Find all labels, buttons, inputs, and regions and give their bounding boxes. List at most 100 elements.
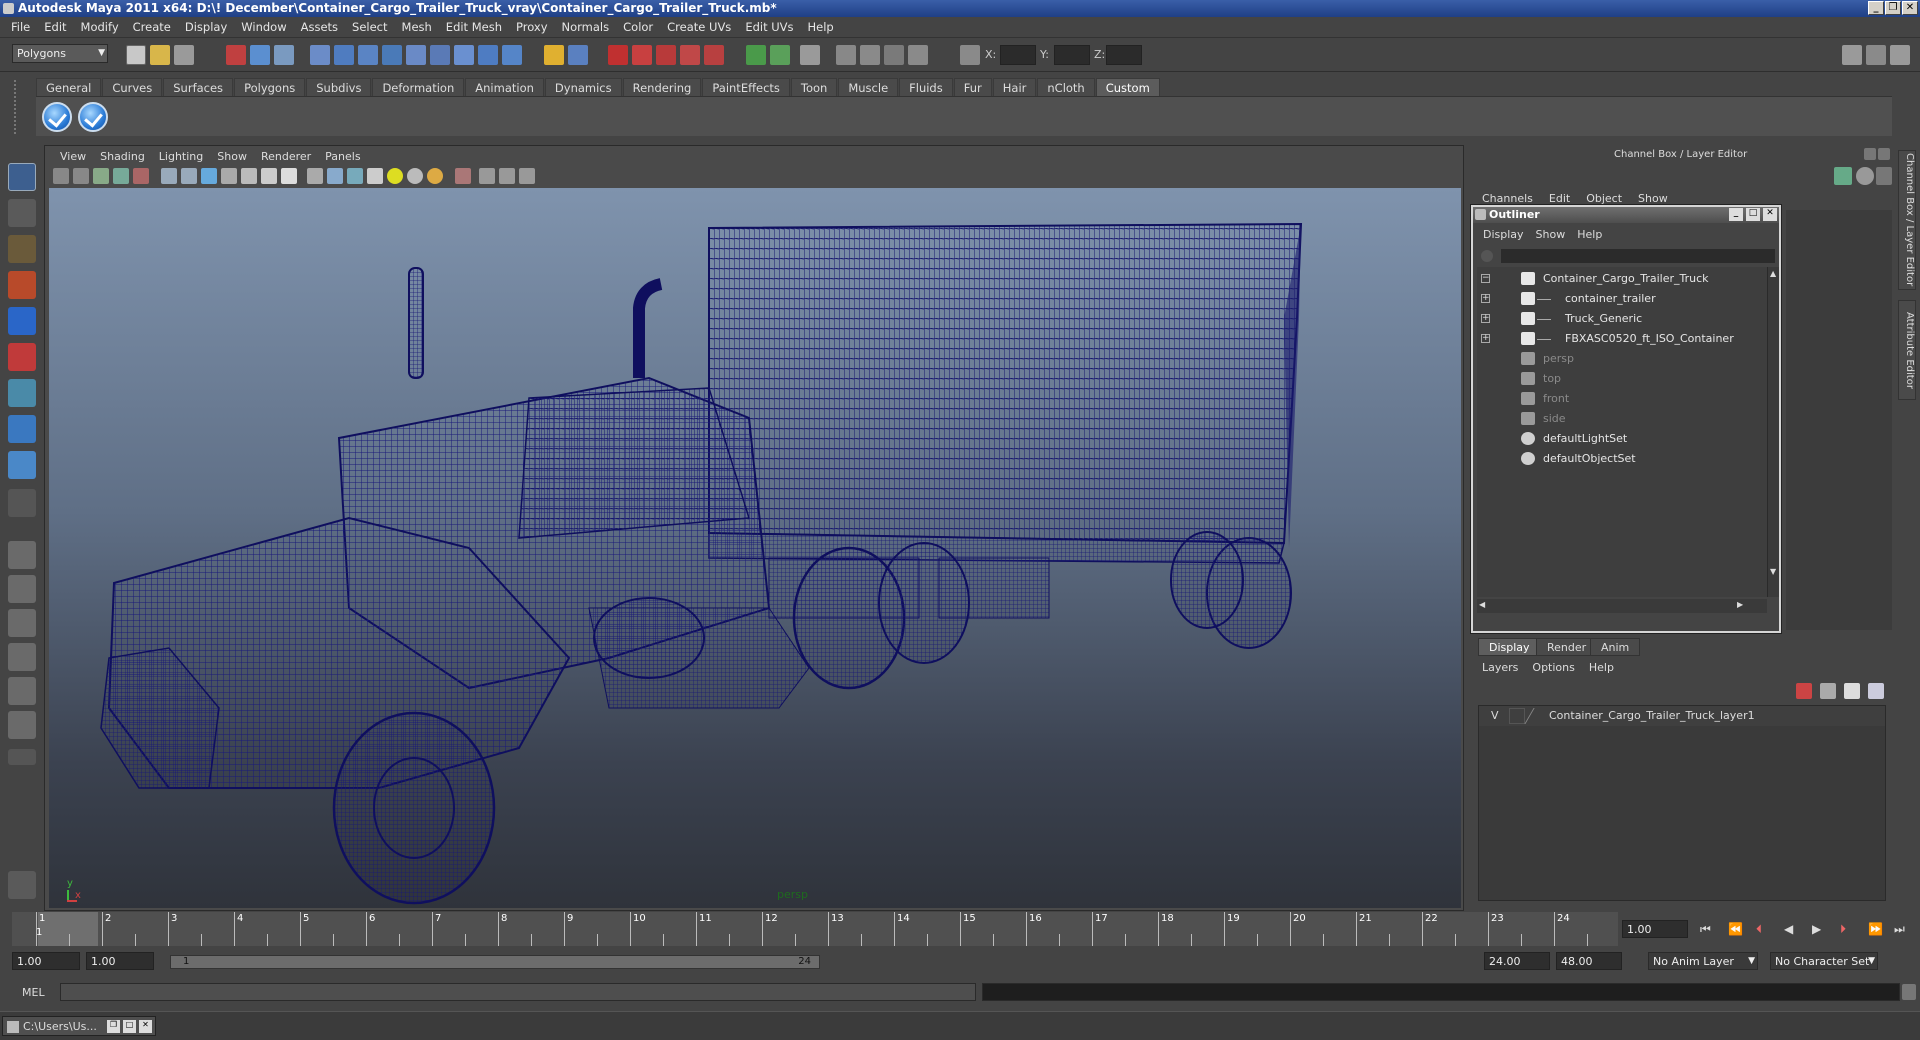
y-field[interactable] bbox=[1054, 45, 1090, 65]
minimized-window-item[interactable]: C:\Users\Us... ❐ □ ✕ bbox=[2, 1016, 156, 1036]
restore-button[interactable]: ❐ bbox=[1885, 1, 1901, 15]
field-chart-icon[interactable] bbox=[241, 168, 257, 184]
scroll-left-arrow-icon[interactable]: ◀ bbox=[1479, 600, 1485, 609]
tab-animation[interactable]: Animation bbox=[465, 78, 544, 96]
outliner-filter-icon[interactable] bbox=[1481, 250, 1493, 262]
channel-box-side-tab[interactable]: Channel Box / Layer Editor bbox=[1898, 150, 1916, 290]
tab-hair[interactable]: Hair bbox=[992, 78, 1037, 96]
minimize-button[interactable]: _ bbox=[1868, 1, 1884, 15]
outliner-graph-layout-icon[interactable] bbox=[8, 711, 36, 739]
snap-curve-icon[interactable] bbox=[632, 45, 652, 65]
shadows-icon[interactable] bbox=[427, 168, 443, 184]
transform-mode-icon[interactable] bbox=[960, 45, 980, 65]
lock-selection-icon[interactable] bbox=[544, 45, 564, 65]
character-set-dropdown[interactable]: No Character Set ▼ bbox=[1770, 952, 1878, 970]
move-tool-icon[interactable] bbox=[8, 271, 36, 299]
viewport-menu-view[interactable]: View bbox=[53, 150, 93, 163]
layer-visibility-toggle[interactable]: V bbox=[1491, 709, 1499, 722]
xray-icon[interactable] bbox=[479, 168, 495, 184]
outliner-item[interactable]: defaultObjectSet bbox=[1543, 449, 1636, 469]
menu-file[interactable]: File bbox=[4, 20, 37, 34]
paint-select-tool-icon[interactable] bbox=[8, 235, 36, 263]
camera-attributes-icon[interactable] bbox=[73, 168, 89, 184]
select-handles-icon[interactable] bbox=[310, 45, 330, 65]
tab-muscle[interactable]: Muscle bbox=[838, 78, 899, 96]
go-to-end-icon[interactable]: ⏭ bbox=[1894, 922, 1905, 937]
maximize-minimized-button[interactable]: □ bbox=[123, 1020, 136, 1033]
channel-sync-icon[interactable] bbox=[1834, 167, 1852, 185]
layer-tab-render[interactable]: Render bbox=[1536, 638, 1598, 656]
close-button[interactable]: ✕ bbox=[1902, 1, 1918, 15]
outliner-title-bar[interactable]: Outliner _ □ ✕ bbox=[1473, 207, 1779, 223]
command-input[interactable] bbox=[60, 983, 976, 1001]
select-rendering-icon[interactable] bbox=[454, 45, 474, 65]
save-scene-icon[interactable] bbox=[174, 45, 194, 65]
high-quality-icon[interactable] bbox=[519, 168, 535, 184]
tab-fluids[interactable]: Fluids bbox=[899, 78, 953, 96]
channels-menu-object[interactable]: Object bbox=[1578, 192, 1630, 205]
layer-menu-options[interactable]: Options bbox=[1532, 661, 1574, 674]
playback-end-field[interactable]: 24.00 bbox=[1484, 952, 1550, 970]
animation-end-field[interactable]: 48.00 bbox=[1556, 952, 1622, 970]
z-field[interactable] bbox=[1106, 45, 1142, 65]
select-component-icon[interactable] bbox=[274, 45, 294, 65]
restore-minimized-button[interactable]: ❐ bbox=[107, 1020, 120, 1033]
tab-ncloth[interactable]: nCloth bbox=[1037, 78, 1095, 96]
persp-outliner-layout-icon[interactable] bbox=[8, 609, 36, 637]
tab-subdivs[interactable]: Subdivs bbox=[306, 78, 372, 96]
render-current-frame-icon[interactable] bbox=[860, 45, 880, 65]
step-back-frame-icon[interactable]: ⏴ bbox=[1756, 922, 1762, 937]
tab-polygons[interactable]: Polygons bbox=[234, 78, 306, 96]
grid-icon[interactable] bbox=[161, 168, 177, 184]
four-view-layout-icon[interactable] bbox=[8, 575, 36, 603]
single-perspective-layout-icon[interactable] bbox=[8, 541, 36, 569]
render-settings-icon[interactable] bbox=[908, 45, 928, 65]
menu-create-uvs[interactable]: Create UVs bbox=[660, 20, 738, 34]
outliner-item[interactable]: defaultLightSet bbox=[1543, 429, 1627, 449]
close-panel-icon[interactable] bbox=[1878, 148, 1890, 160]
shelf-handle[interactable] bbox=[14, 80, 28, 134]
highlight-selection-icon[interactable] bbox=[568, 45, 588, 65]
construction-history-icon[interactable] bbox=[800, 45, 820, 65]
tab-custom[interactable]: Custom bbox=[1095, 78, 1160, 96]
outliner-item[interactable]: side bbox=[1543, 409, 1566, 429]
tab-painteffects[interactable]: PaintEffects bbox=[702, 78, 790, 96]
outliner-item[interactable]: persp bbox=[1543, 349, 1574, 369]
help-query-icon[interactable] bbox=[502, 45, 522, 65]
play-forwards-icon[interactable]: ▶ bbox=[1812, 922, 1821, 936]
outliner-item[interactable]: top bbox=[1543, 369, 1561, 389]
channels-menu-show[interactable]: Show bbox=[1630, 192, 1676, 205]
outliner-maximize-button[interactable]: □ bbox=[1746, 208, 1760, 221]
textured-icon[interactable] bbox=[367, 168, 383, 184]
all-lights-icon[interactable] bbox=[407, 168, 423, 184]
rotate-tool-icon[interactable] bbox=[8, 307, 36, 335]
input-ops-icon[interactable] bbox=[746, 45, 766, 65]
outliner-menu-display[interactable]: Display bbox=[1477, 228, 1530, 241]
select-misc-icon[interactable] bbox=[478, 45, 498, 65]
play-backwards-icon[interactable]: ◀ bbox=[1784, 922, 1793, 936]
viewport-menu-shading[interactable]: Shading bbox=[93, 150, 152, 163]
tab-fur[interactable]: Fur bbox=[953, 78, 992, 96]
outliner-search-field[interactable] bbox=[1501, 249, 1775, 263]
channel-pin-icon[interactable] bbox=[1876, 167, 1892, 185]
outliner-menu-show[interactable]: Show bbox=[1530, 228, 1572, 241]
outliner-menu-help[interactable]: Help bbox=[1571, 228, 1608, 241]
range-slider[interactable]: 1 24 bbox=[170, 955, 820, 969]
playback-start-field[interactable]: 1.00 bbox=[86, 952, 154, 970]
menu-mesh[interactable]: Mesh bbox=[395, 20, 439, 34]
close-minimized-button[interactable]: ✕ bbox=[139, 1020, 152, 1033]
menu-edit-mesh[interactable]: Edit Mesh bbox=[439, 20, 509, 34]
smooth-shade-icon[interactable] bbox=[327, 168, 343, 184]
menu-color[interactable]: Color bbox=[616, 20, 660, 34]
outliner-item[interactable]: Truck_Generic bbox=[1565, 309, 1642, 329]
outliner-item[interactable]: front bbox=[1543, 389, 1569, 409]
tab-toon[interactable]: Toon bbox=[790, 78, 838, 96]
outliner-vertical-scrollbar[interactable]: ▲ ▼ bbox=[1767, 267, 1779, 597]
layer-move-up-icon[interactable] bbox=[1796, 683, 1812, 699]
outliner-horizontal-scrollbar[interactable]: ◀ ▶ bbox=[1477, 599, 1767, 613]
render-view-icon[interactable] bbox=[836, 45, 856, 65]
current-frame-field[interactable]: 1.00 bbox=[1622, 920, 1688, 938]
expand-icon[interactable]: + bbox=[1481, 294, 1490, 303]
xray-joints-icon[interactable] bbox=[499, 168, 515, 184]
resolution-gate-icon[interactable] bbox=[201, 168, 217, 184]
